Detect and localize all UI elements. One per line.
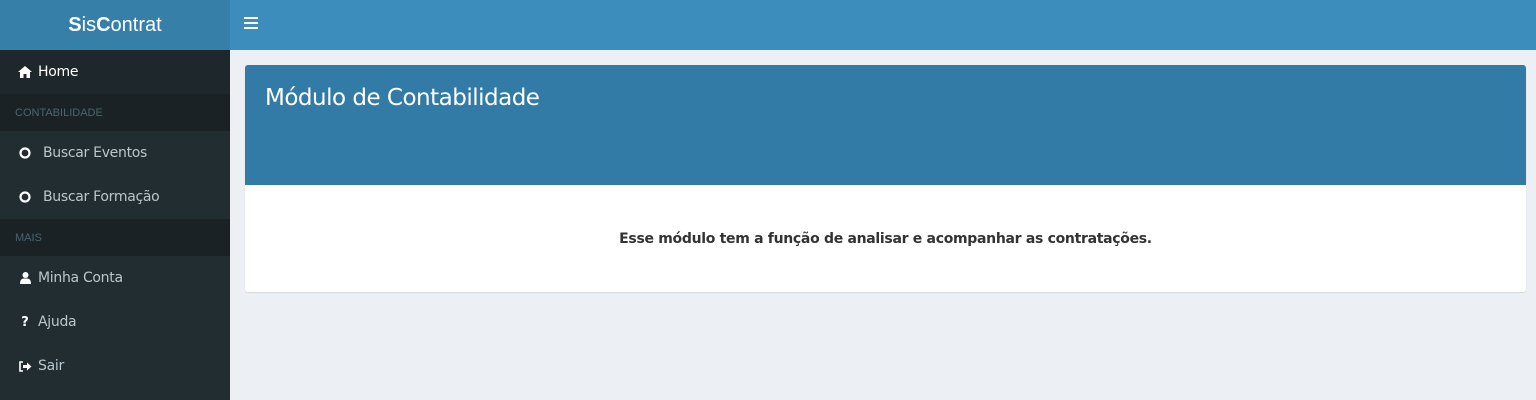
circle-icon (17, 191, 33, 203)
logo-letter-c: C (96, 13, 111, 36)
module-box: Módulo de Contabilidade Esse módulo tem … (245, 65, 1526, 292)
logo-text-is: is (81, 13, 97, 36)
sidebar-item-label: Ajuda (38, 314, 77, 330)
section-header-mais: MAIS (0, 219, 230, 256)
app-logo[interactable]: Sis Contrat (0, 0, 230, 50)
sidebar-item-label: Buscar Formação (43, 189, 160, 205)
module-box-header: Módulo de Contabilidade (245, 65, 1526, 185)
sidebar-item-label: Buscar Eventos (43, 145, 148, 161)
sidebar-item-label: Sair (38, 358, 64, 374)
sidebar: Home CONTABILIDADE Buscar Eventos Buscar… (0, 50, 230, 400)
page-title: Módulo de Contabilidade (265, 85, 540, 111)
sidebar-item-buscar-eventos[interactable]: Buscar Eventos (0, 131, 230, 175)
sidebar-item-label: Home (38, 64, 79, 80)
logo-letter-s: S (68, 13, 82, 36)
sign-out-icon (17, 360, 33, 372)
module-box-body: Esse módulo tem a função de analisar e a… (245, 185, 1526, 292)
question-icon: ? (21, 314, 29, 330)
sidebar-item-home[interactable]: Home (0, 50, 230, 94)
module-description: Esse módulo tem a função de analisar e a… (619, 230, 1152, 247)
logo-text-ontrat: ontrat (110, 13, 162, 36)
sidebar-item-minha-conta[interactable]: Minha Conta (0, 256, 230, 300)
sidebar-item-sair[interactable]: Sair (0, 344, 230, 388)
top-navbar (230, 0, 1536, 50)
sidebar-toggle-icon[interactable] (244, 17, 258, 33)
user-icon (17, 272, 33, 284)
home-icon (17, 66, 33, 78)
sidebar-item-buscar-formacao[interactable]: Buscar Formação (0, 175, 230, 219)
section-header-contabilidade: CONTABILIDADE (0, 94, 230, 131)
circle-icon (17, 147, 33, 159)
sidebar-item-ajuda[interactable]: ? Ajuda (0, 300, 230, 344)
sidebar-item-label: Minha Conta (38, 270, 123, 286)
